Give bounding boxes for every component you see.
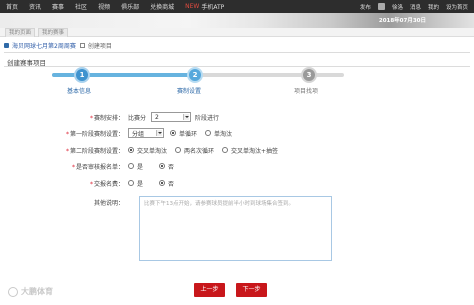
review-option-no[interactable]: 否 [159,162,174,171]
nav-news[interactable]: 资讯 [29,2,41,11]
nav-shop[interactable]: 兑换商城 [150,2,174,11]
nav-username[interactable]: 徐洛 [392,3,403,11]
stage-count-label: *赛制安排： [89,114,124,122]
nav-publish[interactable]: 发布 [360,3,371,11]
fee-option-no[interactable]: 否 [159,179,174,188]
fee-option-yes[interactable]: 是 [128,179,143,188]
nav-community[interactable]: 社区 [75,2,87,11]
divider [4,52,470,53]
stage1-format-select[interactable]: 分组 [128,128,164,138]
radio-selected-icon [159,180,166,186]
notes-label: 其他说明： [93,199,124,207]
step-1-label: 基本信息 [67,88,92,95]
stage-suffix: 阶段进行 [195,114,220,122]
nav-set-homepage[interactable]: 设为首页 [446,3,468,11]
radio-icon [128,163,134,169]
chevron-down-icon [156,130,162,136]
notes-textarea[interactable]: 比赛下午13点开始，请参赛球员提前半小时到球场集合签到。 [139,196,332,261]
step-3-label: 项目找项 [294,88,319,95]
radio-icon [205,130,212,136]
nav-home[interactable]: 首页 [6,2,18,11]
nav-user-area: 发布 徐洛 消息 我的 设为首页 [353,3,474,11]
radio-icon [128,180,134,186]
radio-icon [222,147,229,153]
stage2-option-two-place-round-robin[interactable]: 两名次循环 [175,146,214,155]
notes-row: 其他说明： [0,196,128,208]
nav-events[interactable]: 赛事 [52,2,64,11]
banner-date: 2018年07月30日 [378,18,426,24]
tab-my-page[interactable]: 我的页面 [5,28,36,37]
chevron-down-icon [183,114,190,120]
step-1-circle: 1 [74,67,90,83]
breadcrumb-event-link[interactable]: 海贝网球七月第2周周赛 [12,41,76,50]
radio-selected-icon [170,130,176,136]
radio-icon [175,147,182,153]
stage1-format-label: *第一阶段赛制设置： [65,130,124,138]
stage2-format-row: *第二阶段赛制设置： 交叉单淘汰 两名次循环 交叉单淘汰+抽签 [0,144,286,156]
nav-links: 首页 资讯 赛事 社区 视频 俱乐部 兑换商城 NEW 手机ATP [0,2,235,11]
stage1-format-row: *第一阶段赛制设置： 分组 单循环 单淘汰 [0,127,240,139]
stage2-format-label: *第二阶段赛制设置： [65,147,124,155]
page-tabs: 我的页面 我的赛事 [0,28,474,37]
step-2-label: 赛制设置 [177,88,202,95]
nav-mobile-atp[interactable]: 手机ATP [201,2,224,11]
next-step-button[interactable]: 下一步 [236,283,267,297]
divider [4,66,470,67]
top-navigation-bar: 首页 资讯 赛事 社区 视频 俱乐部 兑换商城 NEW 手机ATP 发布 徐洛 … [0,0,474,13]
tab-my-events[interactable]: 我的赛事 [38,28,69,37]
review-row: *是否审核报名单： 是 否 [0,160,182,172]
stage1-option-round-robin[interactable]: 单循环 [170,129,197,138]
radio-selected-icon [159,163,166,169]
new-badge: NEW [185,3,200,10]
fee-label: *交报名费： [89,180,124,188]
stage2-option-cross-knockout-draw[interactable]: 交叉单淘汰+抽签 [222,146,278,155]
watermark: 大鹏体育 [8,286,53,297]
stage-count-select[interactable]: 2 [151,112,192,122]
nav-mine[interactable]: 我的 [428,3,439,11]
nav-club[interactable]: 俱乐部 [121,2,139,11]
nav-video[interactable]: 视频 [98,2,110,11]
nav-messages[interactable]: 消息 [410,3,421,11]
header-banner: 2018年07月30日 [0,13,474,28]
stage2-option-cross-knockout[interactable]: 交叉单淘汰 [128,146,167,155]
fee-row: *交报名费： 是 否 [0,177,182,189]
breadcrumb-current: 创建项目 [87,42,112,50]
review-option-yes[interactable]: 是 [128,162,143,171]
stage-prefix: 比赛分 [128,114,147,122]
radio-selected-icon [128,147,134,153]
review-label: *是否审核报名单： [71,163,124,171]
avatar[interactable] [377,3,385,10]
page-icon [79,42,85,48]
stage1-option-knockout[interactable]: 单淘汰 [205,129,232,138]
step-2-circle: 2 [187,67,203,83]
watermark-logo-icon [8,286,18,297]
stage-count-row: *赛制安排： 比赛分 2 阶段进行 [0,111,219,123]
step-3-circle: 3 [301,67,317,83]
tournament-icon [4,42,9,48]
prev-step-button[interactable]: 上一步 [194,283,225,297]
breadcrumb: 海贝网球七月第2周周赛 创建项目 [4,40,112,50]
